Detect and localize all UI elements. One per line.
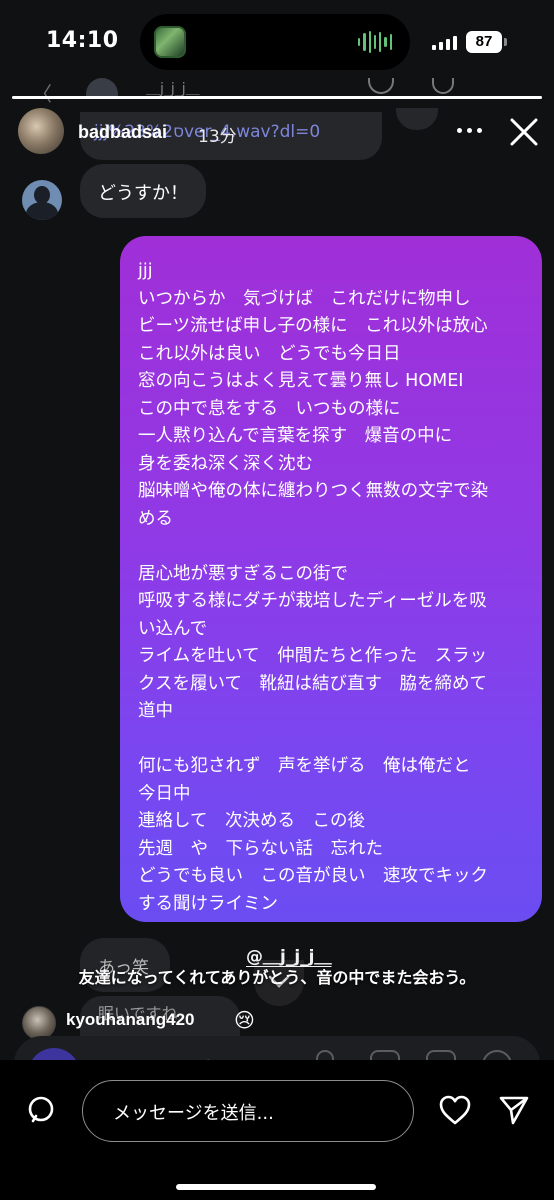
story-caption: 友達になってくれてありがとう、音の中でまた会おう。	[78, 968, 476, 987]
search-icon[interactable]	[26, 1094, 58, 1126]
send-icon[interactable]	[498, 1094, 530, 1126]
status-time: 14:10	[46, 28, 119, 53]
background-dm-name: ＿j_j_j＿	[146, 81, 200, 97]
reply-emoji: 😢	[234, 1008, 255, 1032]
message-text: どうすか！	[98, 183, 188, 204]
back-chevron-icon: 〈	[32, 82, 52, 106]
reply-user-avatar[interactable]	[22, 1006, 56, 1040]
home-indicator	[176, 1184, 376, 1190]
story-progress-bar	[12, 96, 542, 99]
message-input[interactable]: メッセージを送信...	[82, 1080, 414, 1142]
signal-icon	[432, 36, 457, 50]
reply-username[interactable]: kyouhanang420	[66, 1010, 195, 1030]
message-input-placeholder: メッセージを送信...	[113, 1103, 274, 1124]
lyrics-line	[138, 533, 528, 561]
lyrics-line: 脳味噌や俺の体に纏わりつく無数の文字で染	[138, 481, 489, 501]
story-progress-fill	[12, 96, 542, 99]
lyrics-line: 窓の向こうはよく見えて曇り無し HOMEI	[138, 371, 464, 391]
call-icon	[368, 78, 394, 94]
status-bar: 14:10 87	[0, 0, 554, 84]
story-header: badbadsai 13分	[0, 106, 554, 158]
lyrics-line: 何にも犯されず 声を挙げる 俺は俺だと	[138, 756, 471, 776]
lyrics-line: する聞けライミン	[138, 893, 278, 914]
more-icon[interactable]	[452, 120, 486, 140]
lyrics-line: 一人黙り込んで言葉を探す 爆音の中に	[138, 426, 453, 446]
sender-avatar[interactable]	[22, 180, 62, 220]
lyrics-line: 今日中	[138, 783, 191, 804]
lyrics-line: ライムを吐いて 仲間たちと作った スラッ	[138, 646, 488, 666]
lyrics-line: 先週 や 下らない話 忘れた	[138, 838, 383, 859]
lyrics-line: クスを履いて 靴紐は結び直す 脇を締めて	[138, 673, 487, 694]
lyrics-line: jjj	[138, 261, 153, 281]
lyrics-text: jjj いつからか 気づけば これだけに物申し ビーツ流せば申し子の様に これ以外は…	[138, 258, 528, 918]
lyrics-line: これ以外は良い どうでも今日日	[138, 343, 401, 364]
story-username[interactable]: badbadsai	[78, 122, 167, 143]
lyrics-line: ビーツ流せば申し子の様に これ以外は放心	[138, 316, 488, 336]
lyrics-line: どうでも良い この音が良い 速攻でキック	[138, 866, 488, 886]
lyrics-line: いつからか 気づけば これだけに物申し	[138, 288, 471, 309]
heart-icon[interactable]	[438, 1094, 472, 1126]
background-avatar	[86, 78, 118, 96]
now-playing-artwork[interactable]	[154, 26, 186, 58]
received-message-bubble[interactable]: どうすか！	[80, 164, 206, 218]
battery-tip	[504, 38, 507, 46]
lyrics-line: この中で息をする いつもの様に	[138, 398, 401, 419]
lyrics-line	[138, 726, 528, 754]
dynamic-island[interactable]	[140, 14, 410, 70]
audio-waveform-icon	[358, 30, 392, 54]
story-user-avatar[interactable]	[18, 108, 64, 154]
video-icon	[432, 78, 454, 94]
lyrics-line: める	[138, 508, 173, 529]
lyrics-line: 連絡して 次決める この後	[138, 811, 365, 831]
sent-message-bubble[interactable]: jjj いつからか 気づけば これだけに物申し ビーツ流せば申し子の様に これ以外は…	[120, 236, 542, 922]
story-reply-bar: メッセージを送信...	[0, 1060, 554, 1200]
lyrics-line: 身を委ね深く深く沈む	[138, 453, 313, 474]
lyrics-line: 呼吸する様にダチが栽培したディーゼルを吸	[138, 591, 487, 611]
close-icon[interactable]	[506, 114, 542, 150]
lyrics-line: 居心地が悪すぎるこの街で	[138, 563, 348, 584]
lyrics-line: い込んで	[138, 618, 208, 639]
story-timestamp: 13分	[198, 127, 237, 147]
battery-icon: 87	[466, 31, 502, 53]
lyrics-line: 道中	[138, 701, 173, 721]
